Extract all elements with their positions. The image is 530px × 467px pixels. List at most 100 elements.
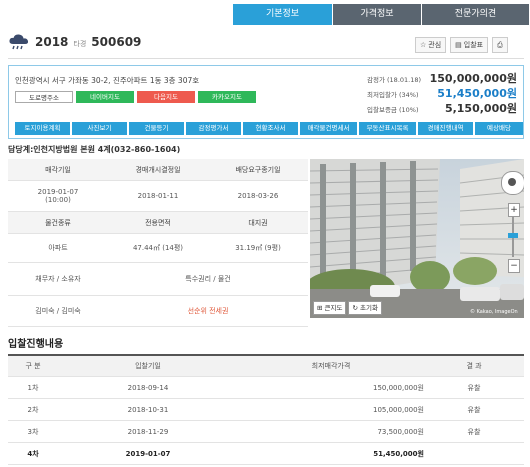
bid-date-cell: 2018-11-29 [127,427,169,436]
table-row: 채무자 / 소유자 특수권리 / 물건 [8,263,308,296]
zoom-in-button[interactable]: + [508,203,520,217]
favorite-button[interactable]: ☆ 관심 [415,37,447,53]
kakao-map-button[interactable]: 카카오지도 [198,91,256,103]
tab-expert-opinion[interactable]: 전문가의견 [422,4,529,25]
tab-basic-info[interactable]: 기본정보 [233,4,332,25]
table-row: 김미숙 / 김미숙 선순위 전세권 [8,296,308,327]
sale-date-value: 2019-01-07 (10:00) [37,188,79,204]
print-icon: ⎙ [497,40,503,49]
property-info-box: 인천광역시 서구 가좌동 30-2, 진주아파트 1동 3층 307호 도로명주… [8,65,524,139]
auction-start-value: 2018-01-11 [137,192,179,200]
history-title: 입찰진행내용 [8,339,64,350]
print-button[interactable]: ⎙ [492,37,508,53]
deposit-label: 입찰보증금 (10%) [367,106,419,114]
table-row: 물건종류 전용면적 대지권 [8,212,308,234]
case-number: 500609 [91,35,142,49]
exclusive-area-header: 전용면적 [108,212,208,233]
dividend-deadline-value: 2018-03-26 [237,192,279,200]
top-tabs: 기본정보 가격정보 전문가의견 [233,4,529,25]
bid-date-header: 입찰기일 [135,362,161,370]
property-type-value: 아파트 [48,244,68,252]
header-buttons: ☆ 관심 ▤ 입찰표 ⎙ [415,37,508,53]
photo-buttons: ⊞ 큰지도 ↻ 초기화 [313,301,382,315]
history-table: 구 분 입찰기일 최저매각가격 결 과 1차 2018-09-14 150,00… [8,354,524,465]
bid-form-label: 입찰표 [463,41,484,49]
pan-control[interactable] [501,171,524,195]
result-header: 결 과 [466,362,482,370]
daum-map-button[interactable]: 다음지도 [137,91,195,103]
round-header: 구 분 [25,362,41,370]
map-buttons: 도로명주소 네이버지도 다음지도 카카오지도 [15,91,256,103]
street-view-image [310,159,524,318]
star-icon: ☆ [420,41,427,49]
result-cell: 유찰 [467,405,481,414]
street-view-photo[interactable]: + − ⊞ 큰지도 ↻ 초기화 © Kakao, ImageOn [310,159,524,318]
min-price-header: 최저매각가격 [311,362,351,370]
road-address-button[interactable]: 도로명주소 [15,91,73,103]
table-row: 아파트 47.44㎡ (14평) 31.19㎡ (9평) [8,234,308,263]
document-icon: ▤ [455,41,462,49]
debtor-owner-header: 채무자 / 소유자 [35,275,81,283]
naver-map-button[interactable]: 네이버지도 [76,91,134,103]
table-row: 3차 2018-11-29 73,500,000원 유찰 [8,421,524,443]
result-cell: 유찰 [467,383,481,392]
deposit-row: 입찰보증금 (10%) 5,150,000원 [367,100,517,116]
cloud-rain-icon [9,34,29,50]
expected-dividend-button[interactable]: 예상배당 [475,122,523,135]
photos-button[interactable]: 사진보기 [72,122,127,135]
bid-form-button[interactable]: ▤ 입찰표 [450,37,489,53]
building-registry-button[interactable]: 건물등기 [129,122,184,135]
appraisal-label: 감정가 (18.01.18) [367,76,422,84]
special-rights-header: 특수권리 / 물건 [185,275,231,283]
map-icon: ⊞ [317,304,323,312]
favorite-label: 관심 [428,41,442,49]
refresh-icon: ↻ [352,304,358,312]
appraisal-value: 150,000,000원 [429,72,517,85]
debtor-owner-value: 김미숙 / 김미숙 [35,307,81,315]
table-row: 2019-01-07 (10:00) 2018-01-11 2018-03-26 [8,181,308,212]
round-cell: 1차 [27,383,39,392]
table-row: 1차 2018-09-14 150,000,000원 유찰 [8,377,524,399]
compass-icon [508,178,516,186]
large-map-button[interactable]: ⊞ 큰지도 [313,301,347,315]
tab-price-info[interactable]: 가격정보 [333,4,421,25]
table-row: 2차 2018-10-31 105,000,000원 유찰 [8,399,524,421]
bid-date-cell: 2019-01-07 [125,449,171,458]
sale-details-button[interactable]: 매각물건명세서 [300,122,357,135]
table-row: 4차 2019-01-07 51,450,000원 [8,443,524,465]
result-cell: 유찰 [467,427,481,436]
photo-credit: © Kakao, ImageOn [470,309,518,315]
min-price-cell: 73,500,000원 [377,427,424,436]
bid-date-cell: 2018-09-14 [127,383,169,392]
case-label: 타경 [73,39,87,48]
status-survey-button[interactable]: 현황조사서 [243,122,298,135]
zoom-handle[interactable] [508,233,518,238]
auction-start-header: 경매개시결정일 [108,159,208,180]
property-list-button[interactable]: 부동산표시목록 [359,122,416,135]
land-use-plan-button[interactable]: 토지이용계획 [15,122,70,135]
divider [8,58,524,59]
deposit-value: 5,150,000원 [444,102,517,115]
min-price-cell: 51,450,000원 [373,449,424,458]
reset-button[interactable]: ↻ 초기화 [348,301,382,315]
large-map-label: 큰지도 [324,304,343,312]
table-header-row: 구 분 입찰기일 최저매각가격 결 과 [8,356,524,377]
court-info: 담당계:인천지방법원 본원 4계(032-860-1604) [8,145,181,154]
case-title: 2018 타경 500609 [8,33,141,51]
land-right-value: 31.19㎡ (9평) [235,244,281,252]
zoom-out-button[interactable]: − [508,259,520,273]
appraisal-price-row: 감정가 (18.01.18) 150,000,000원 [367,70,517,86]
address: 인천광역시 서구 가좌동 30-2, 진주아파트 1동 3층 307호 [15,76,200,85]
land-right-header: 대지권 [208,212,308,233]
dividend-deadline-header: 배당요구종기일 [208,159,308,180]
appraisal-report-button[interactable]: 감정평가서 [186,122,241,135]
min-price-cell: 105,000,000원 [373,405,424,414]
min-price-cell: 150,000,000원 [373,383,424,392]
round-cell: 4차 [27,449,39,458]
auction-history-button[interactable]: 경매진행내역 [418,122,473,135]
table-row: 매각기일 경매개시결정일 배당요구종기일 [8,159,308,181]
detail-table: 매각기일 경매개시결정일 배당요구종기일 2019-01-07 (10:00) … [8,159,308,327]
exclusive-area-value: 47.44㎡ (14평) [132,244,184,252]
round-cell: 2차 [27,405,39,414]
bid-date-cell: 2018-10-31 [127,405,169,414]
